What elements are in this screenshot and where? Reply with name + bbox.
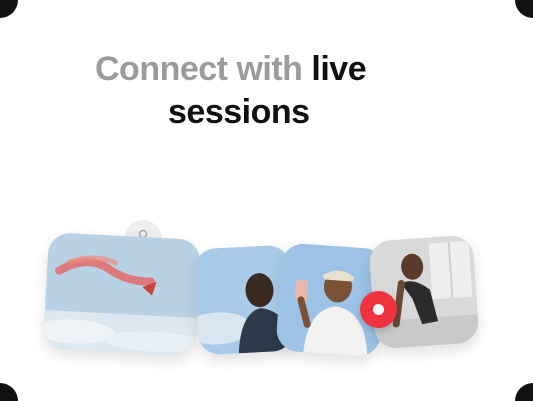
headline-line-2: sessions <box>168 93 310 131</box>
corner-bracket-bottom-left <box>0 383 18 401</box>
record-button[interactable] <box>360 291 397 328</box>
kite-image <box>43 232 201 356</box>
record-dot-icon <box>373 304 384 315</box>
headline: Connect with live sessions <box>95 48 435 134</box>
corner-bracket-bottom-right <box>515 383 533 401</box>
corner-bracket-top-right <box>515 0 533 18</box>
headline-part-1: Connect with <box>95 50 303 88</box>
corner-bracket-top-left <box>0 0 18 18</box>
headline-part-2: live <box>311 50 367 88</box>
session-card-kite[interactable] <box>43 232 201 356</box>
